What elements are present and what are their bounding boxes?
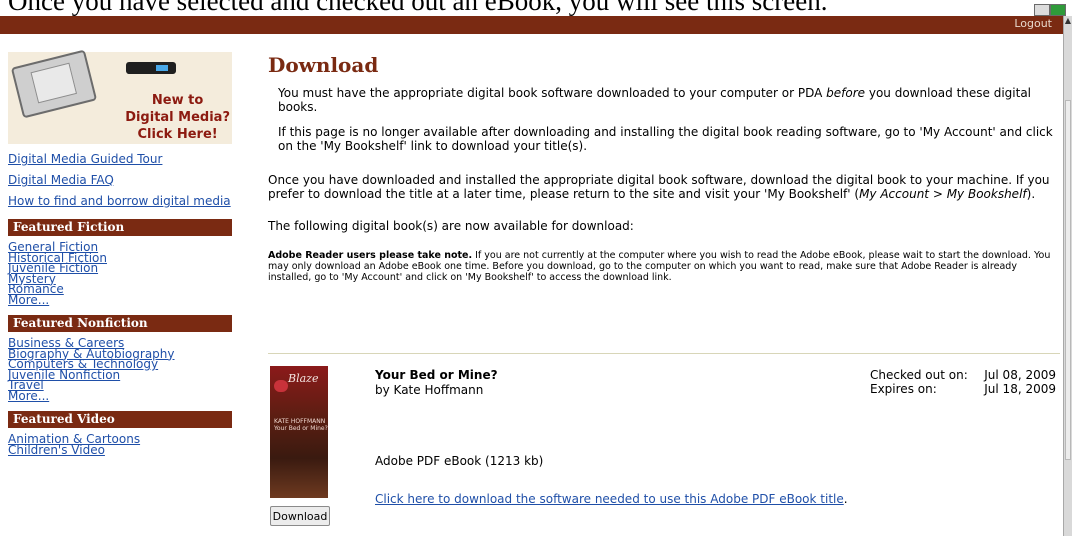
faq-link[interactable]: Digital Media FAQ (8, 173, 232, 188)
featured-nonfiction-list: Business & Careers Biography & Autobiogr… (8, 337, 232, 401)
media-player-icon (126, 62, 176, 74)
logout-link[interactable]: Logout (1014, 17, 1052, 30)
sidebar-item-fiction-more[interactable]: More... (8, 294, 232, 305)
software-download-text: Click here to download the software need… (375, 492, 848, 506)
sidebar-item-childrens-video[interactable]: Children's Video (8, 444, 232, 455)
book-author: by Kate Hoffmann (375, 383, 484, 397)
promo-line: New to (151, 93, 204, 108)
promo-line: Digital Media? (125, 110, 230, 125)
promo-text: New to Digital Media? Click Here! (125, 92, 230, 143)
guided-tour-link[interactable]: Digital Media Guided Tour (8, 152, 232, 167)
promo-line: Click Here! (137, 127, 218, 142)
text-part: You must have the appropriate digital bo… (278, 86, 827, 100)
checkout-dates: Checked out on: Jul 08, 2009 Expires on: J… (870, 368, 1056, 396)
emphasis: My Account > My Bookshelf (859, 187, 1027, 201)
cover-text: KATE HOFFMANN Your Bed or Mine? (274, 418, 328, 432)
sidebar: New to Digital Media? Click Here! Digita… (8, 49, 232, 455)
period: . (843, 492, 848, 506)
maximize-icon[interactable] (1050, 4, 1066, 16)
featured-fiction-list: General Fiction Historical Fiction Juven… (8, 241, 232, 305)
text-part: ). (1026, 187, 1036, 201)
featured-video-list: Animation & Cartoons Children's Video (8, 433, 232, 455)
bookshelf-instructions-text: If this page is no longer available afte… (278, 125, 1053, 153)
book-title: Your Bed or Mine? (375, 368, 498, 382)
available-books-text: The following digital book(s) are now av… (268, 219, 634, 233)
ebook-reader-icon (10, 49, 98, 119)
sidebar-item-nonfiction-more[interactable]: More... (8, 390, 232, 401)
featured-fiction-heading: Featured Fiction (8, 219, 232, 236)
download-button[interactable]: Download (270, 506, 330, 526)
download-instructions-text: Once you have downloaded and installed t… (268, 173, 1060, 201)
minimize-icon[interactable] (1034, 4, 1050, 16)
divider (268, 353, 1060, 354)
how-to-borrow-link[interactable]: How to find and borrow digital media (8, 194, 232, 209)
cover-title: Your Bed or Mine? (274, 425, 328, 432)
expires-label: Expires on: (870, 382, 937, 396)
book-entry: Blaze KATE HOFFMANN Your Bed or Mine? Dow… (268, 366, 1060, 556)
software-requirement-text: You must have the appropriate digital bo… (278, 86, 1060, 114)
expires-date: Jul 18, 2009 (984, 382, 1056, 396)
scroll-up-icon[interactable]: ▲ (1064, 16, 1072, 26)
book-format: Adobe PDF eBook (1213 kb) (375, 454, 544, 468)
note-heading: Adobe Reader users please take note. (268, 250, 473, 261)
adobe-reader-note: Adobe Reader users please take note. If … (268, 250, 1060, 283)
scrollbar-thumb[interactable] (1065, 100, 1071, 460)
cover-series: Blaze (288, 372, 319, 385)
page-title: Download (268, 53, 379, 77)
checked-out-label: Checked out on: (870, 368, 968, 382)
digital-media-promo[interactable]: New to Digital Media? Click Here! (8, 49, 232, 144)
featured-nonfiction-heading: Featured Nonfiction (8, 315, 232, 332)
cover-author: KATE HOFFMANN (274, 418, 326, 425)
software-download-link[interactable]: Click here to download the software need… (375, 492, 844, 506)
featured-video-heading: Featured Video (8, 411, 232, 428)
screenshot-caption: Once you have selected and checked out a… (8, 0, 828, 16)
emphasis: before (826, 86, 866, 100)
checked-out-date: Jul 08, 2009 (984, 368, 1056, 382)
vertical-scrollbar[interactable]: ▲ (1063, 16, 1072, 536)
book-cover-image: Blaze KATE HOFFMANN Your Bed or Mine? (270, 366, 328, 498)
heart-icon (274, 380, 288, 392)
header-bar: Logout (0, 16, 1064, 34)
main-content: Download You must have the appropriate d… (268, 52, 1060, 526)
